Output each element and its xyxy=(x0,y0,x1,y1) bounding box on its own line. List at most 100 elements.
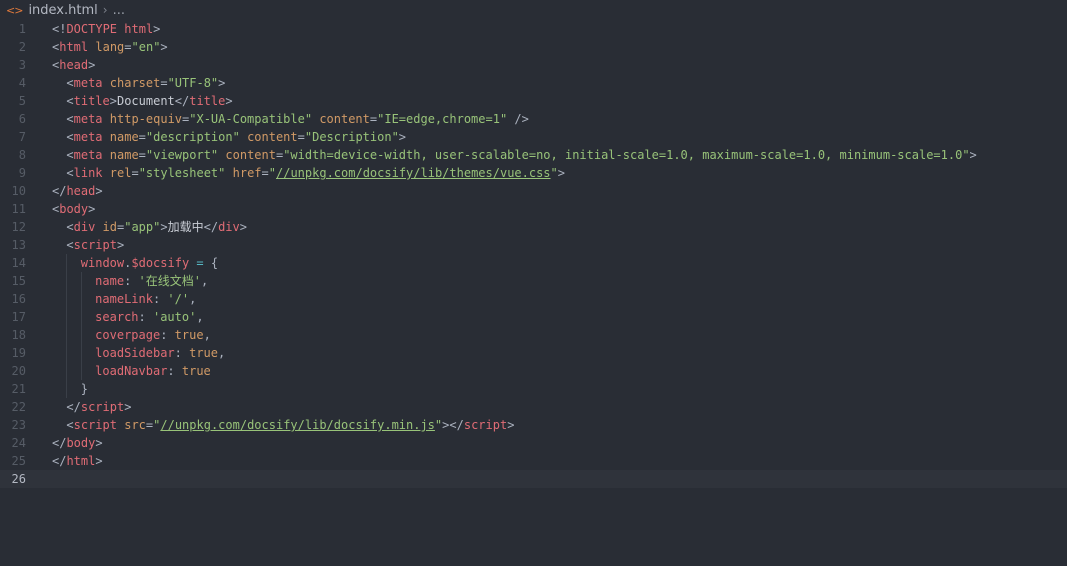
breadcrumb: <> index.html › ... xyxy=(0,0,1067,20)
code-token: name xyxy=(95,274,125,288)
code-line[interactable]: 2 <html lang="en"> xyxy=(0,38,1067,56)
code-token: "description" xyxy=(145,130,240,144)
code-line[interactable]: 26 xyxy=(0,470,1067,488)
code-token: <! xyxy=(52,22,67,36)
code-token: href xyxy=(232,166,262,180)
code-line[interactable]: 7 <meta name="description" content="Descr… xyxy=(0,128,1067,146)
line-code: </html> xyxy=(52,452,103,470)
code-token: loadSidebar xyxy=(95,346,175,360)
code-token: script xyxy=(463,418,508,432)
code-token: = xyxy=(138,148,146,162)
line-number: 9 xyxy=(18,166,26,180)
code-line[interactable]: 13 <script> xyxy=(0,236,1067,254)
code-line[interactable]: 14 window.$docsify = { xyxy=(0,254,1067,272)
code-line[interactable]: 4 <meta charset="UTF-8"> xyxy=(0,74,1067,92)
code-token: > xyxy=(95,454,103,468)
code-token: " xyxy=(268,166,276,180)
code-line[interactable]: 10 </head> xyxy=(0,182,1067,200)
code-line[interactable]: 11 <body> xyxy=(0,200,1067,218)
code-token: "X-UA-Compatible" xyxy=(189,112,313,126)
code-token: charset xyxy=(109,76,161,90)
code-token: "width=device-width, user-scalable=no, i… xyxy=(283,148,970,162)
code-line[interactable]: 6 <meta http-equiv="X-UA-Compatible" cont… xyxy=(0,110,1067,128)
code-token: : xyxy=(124,274,139,288)
code-line[interactable]: 3 <head> xyxy=(0,56,1067,74)
code-token: > xyxy=(239,220,247,234)
code-token: < xyxy=(66,94,74,108)
indent-guide xyxy=(52,110,66,128)
code-line[interactable]: 21} xyxy=(0,380,1067,398)
code-token: "en" xyxy=(131,40,161,54)
code-token: } xyxy=(80,382,89,396)
breadcrumb-file-name[interactable]: index.html xyxy=(28,3,97,18)
code-token: > xyxy=(124,400,132,414)
code-token: link xyxy=(73,166,103,180)
chevron-right-icon: › xyxy=(102,3,108,17)
code-token: div xyxy=(73,220,96,234)
line-number: 12 xyxy=(11,220,26,234)
code-token: "viewport" xyxy=(145,148,219,162)
code-line[interactable]: 24 </body> xyxy=(0,434,1067,452)
code-line[interactable]: 23 <script src="//unpkg.com/docsify/lib/d… xyxy=(0,416,1067,434)
line-code: <body> xyxy=(52,200,95,218)
line-number: 2 xyxy=(18,40,26,54)
code-line[interactable]: 20 loadNavbar: true xyxy=(0,362,1067,380)
code-token: > xyxy=(153,22,161,36)
line-number: 4 xyxy=(18,76,26,90)
line-code: window.$docsify = { xyxy=(52,254,218,272)
code-token: , xyxy=(200,274,209,288)
code-token: "app" xyxy=(124,220,161,234)
indent-guide xyxy=(52,254,66,272)
indent-guide xyxy=(52,326,66,344)
line-number: 16 xyxy=(11,292,26,306)
code-token: </ xyxy=(203,220,219,234)
line-number: 24 xyxy=(11,436,26,450)
code-line[interactable]: 8 <meta name="viewport" content="width=de… xyxy=(0,146,1067,164)
code-token: rel xyxy=(109,166,132,180)
code-line[interactable]: 22 </script> xyxy=(0,398,1067,416)
breadcrumb-ellipsis[interactable]: ... xyxy=(113,3,125,18)
code-token: src xyxy=(124,418,146,432)
indent-guide xyxy=(66,326,80,344)
code-line[interactable]: 16 nameLink: '/', xyxy=(0,290,1067,308)
code-line[interactable]: 5 <title>Document</title> xyxy=(0,92,1067,110)
code-token: " xyxy=(550,166,558,180)
indent-guide xyxy=(52,92,66,110)
code-line[interactable]: 15 name: '在线文档', xyxy=(0,272,1067,290)
code-editor[interactable]: <> index.html › ... 1 <!DOCTYPE html> 2 <ht… xyxy=(0,0,1067,566)
code-token: script xyxy=(73,418,117,432)
indent-guide xyxy=(52,290,66,308)
code-token: : xyxy=(138,310,153,324)
code-token: //unpkg.com/docsify/lib/themes/vue.css xyxy=(276,166,551,180)
code-token: < xyxy=(66,112,74,126)
code-line[interactable]: 18 coverpage: true, xyxy=(0,326,1067,344)
code-line[interactable]: 19 loadSidebar: true, xyxy=(0,344,1067,362)
indent-guide xyxy=(52,362,66,380)
indent-guide xyxy=(52,380,66,398)
code-line[interactable]: 25 </html> xyxy=(0,452,1067,470)
code-token: > xyxy=(225,94,233,108)
code-token: name xyxy=(109,130,139,144)
code-token: > xyxy=(160,220,168,234)
code-token: body xyxy=(59,202,89,216)
code-line[interactable]: 1 <!DOCTYPE html> xyxy=(0,20,1067,38)
indent-guide xyxy=(80,326,95,344)
code-token: > xyxy=(557,166,566,180)
code-line[interactable]: 17 search: 'auto', xyxy=(0,308,1067,326)
code-token: content xyxy=(225,148,276,162)
code-line[interactable]: 9 <link rel="stylesheet" href="//unpkg.co… xyxy=(0,164,1067,182)
code-line[interactable]: 12 <div id="app">加载中</div> xyxy=(0,218,1067,236)
code-token: name xyxy=(109,148,139,162)
line-code: <meta name="description" content="Descri… xyxy=(52,128,406,146)
line-number: 25 xyxy=(11,454,26,468)
line-code: <!DOCTYPE html> xyxy=(52,20,160,38)
code-area[interactable]: 1 <!DOCTYPE html> 2 <html lang="en"> 3 <head>… xyxy=(0,20,1067,488)
code-token: DOCTYPE xyxy=(66,22,118,36)
line-code: name: '在线文档', xyxy=(52,272,208,290)
code-token: Document xyxy=(116,94,175,108)
line-number: 20 xyxy=(11,364,26,378)
code-token: = xyxy=(124,40,132,54)
code-token: id xyxy=(102,220,117,234)
line-number: 18 xyxy=(11,328,26,342)
